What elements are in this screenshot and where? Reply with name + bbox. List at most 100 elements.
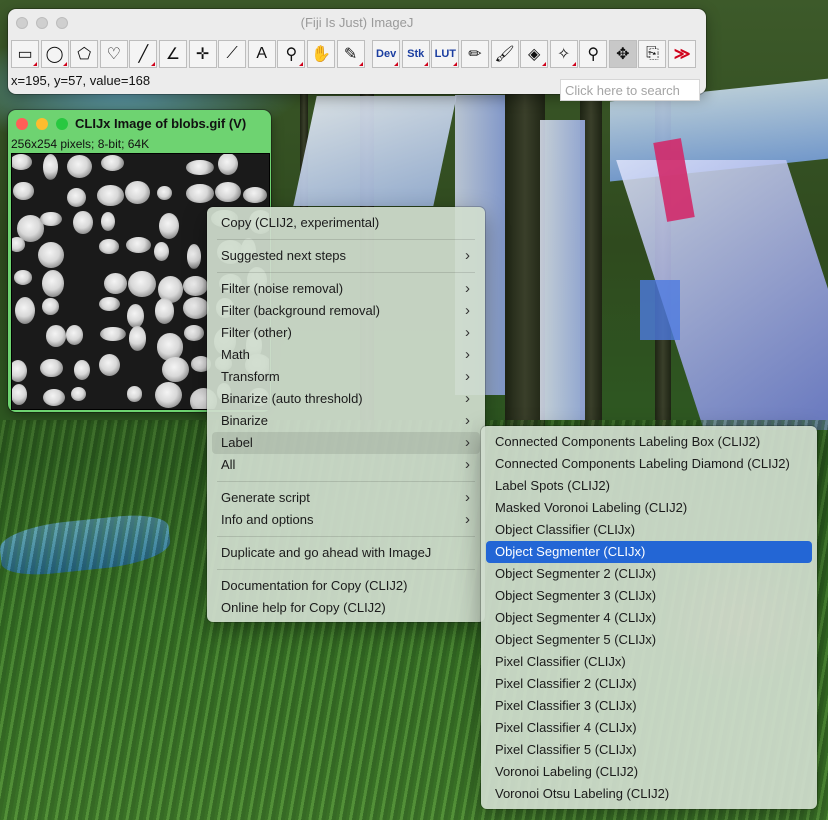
rectangle-tool-icon[interactable]: ▭ xyxy=(11,40,39,68)
blob xyxy=(157,185,173,201)
magnifier-tool-icon[interactable]: ⚲ xyxy=(277,40,306,68)
menu-item-filter-background-removal[interactable]: Filter (background removal) › xyxy=(212,300,480,322)
menu-item-object-segmenter-5-clijx[interactable]: Object Segmenter 5 (CLIJx) xyxy=(486,629,812,651)
menu-item-object-segmenter-4-clijx[interactable]: Object Segmenter 4 (CLIJx) xyxy=(486,607,812,629)
image-minimize-button[interactable] xyxy=(36,118,48,130)
menu-item-pixel-classifier-4-clijx[interactable]: Pixel Classifier 4 (CLIJx) xyxy=(486,717,812,739)
blob xyxy=(217,154,238,175)
blob xyxy=(125,181,150,205)
blob xyxy=(186,159,215,176)
blob xyxy=(98,296,121,312)
menu-item-all[interactable]: All › xyxy=(212,454,480,476)
oval-tool-icon[interactable]: ◯ xyxy=(40,40,69,68)
blob xyxy=(12,384,28,406)
menu-item-masked-voronoi-labeling-clij2[interactable]: Masked Voronoi Labeling (CLIJ2) xyxy=(486,497,812,519)
menu-item-pixel-classifier-clijx[interactable]: Pixel Classifier (CLIJx) xyxy=(486,651,812,673)
angle-tool-icon[interactable]: ∠ xyxy=(158,40,187,68)
tool-bar: ▭ ◯ ⬠ ♡ ╱ ∠ ✛ ⟋ A ⚲ ✋ ✎ Dev Stk LUT ✏ 🖌 ◈ ✧ ⚲ ✥ ⎘ ≫ xyxy=(11,40,698,68)
menu-item-label: Transform xyxy=(221,369,280,384)
chevron-right-icon: › xyxy=(465,280,470,297)
menu-item-connected-components-labeling-box-clij2[interactable]: Connected Components Labeling Box (CLIJ2… xyxy=(486,431,812,453)
flood-fill-tool-icon[interactable]: ◈ xyxy=(520,40,549,68)
close-button[interactable] xyxy=(16,17,28,29)
menu-item-pixel-classifier-3-clijx[interactable]: Pixel Classifier 3 (CLIJx) xyxy=(486,695,812,717)
menu-item-pixel-classifier-5-clijx[interactable]: Pixel Classifier 5 (CLIJx) xyxy=(486,739,812,761)
menu-item-transform[interactable]: Transform › xyxy=(212,366,480,388)
menu-item-object-segmenter-2-clijx[interactable]: Object Segmenter 2 (CLIJx) xyxy=(486,563,812,585)
menu-item-info-and-options[interactable]: Info and options › xyxy=(212,509,480,531)
minimize-button[interactable] xyxy=(36,17,48,29)
freehand-tool-icon[interactable]: ♡ xyxy=(99,40,128,68)
menu-item-duplicate-and-go-ahead-with-imagej[interactable]: Duplicate and go ahead with ImageJ xyxy=(212,542,480,564)
menu-item-object-segmenter-3-clijx[interactable]: Object Segmenter 3 (CLIJx) xyxy=(486,585,812,607)
menu-item-voronoi-otsu-labeling-clij2[interactable]: Voronoi Otsu Labeling (CLIJ2) xyxy=(486,783,812,805)
text-tool-icon[interactable]: A xyxy=(247,40,276,68)
blob xyxy=(154,298,175,325)
blob xyxy=(66,188,86,208)
blob xyxy=(154,382,183,409)
color-picker-tool-icon[interactable]: ✎ xyxy=(336,40,365,68)
image-close-button[interactable] xyxy=(16,118,28,130)
menu-item-copy-clij2-experimental[interactable]: Copy (CLIJ2, experimental) xyxy=(212,212,480,234)
menu-item-generate-script[interactable]: Generate script › xyxy=(212,487,480,509)
menu-item-suggested-next-steps[interactable]: Suggested next steps › xyxy=(212,245,480,267)
chevron-right-icon: › xyxy=(465,346,470,363)
menu-item-binarize[interactable]: Binarize › xyxy=(212,410,480,432)
blob xyxy=(215,181,242,202)
blob xyxy=(125,237,151,253)
blob xyxy=(158,212,180,239)
menu-item-label: Pixel Classifier 2 (CLIJx) xyxy=(495,676,637,691)
move-tool-icon[interactable]: ✥ xyxy=(608,40,637,68)
blob xyxy=(242,186,268,203)
menu-item-pixel-classifier-2-clijx[interactable]: Pixel Classifier 2 (CLIJx) xyxy=(486,673,812,695)
blob xyxy=(14,270,33,285)
menu-item-filter-noise-removal[interactable]: Filter (noise removal) › xyxy=(212,278,480,300)
blob xyxy=(127,304,145,329)
menu-item-math[interactable]: Math › xyxy=(212,344,480,366)
hand-tool-icon[interactable]: ✋ xyxy=(306,40,335,68)
status-text: x=195, y=57, value=168 xyxy=(11,73,151,88)
menu-item-label-spots-clij2[interactable]: Label Spots (CLIJ2) xyxy=(486,475,812,497)
chevron-right-icon: › xyxy=(465,324,470,341)
pencil-tool-icon[interactable]: ✏ xyxy=(460,40,489,68)
image-zoom-button[interactable] xyxy=(56,118,68,130)
chevron-right-icon: › xyxy=(465,247,470,264)
menu-item-label: Voronoi Labeling (CLIJ2) xyxy=(495,764,639,779)
polygon-tool-icon[interactable]: ⬠ xyxy=(70,40,99,68)
menu-item-object-classifier-clijx[interactable]: Object Classifier (CLIJx) xyxy=(486,519,812,541)
blob xyxy=(14,296,36,325)
paintbrush-tool-icon[interactable]: 🖌 xyxy=(490,40,519,68)
lut-menu-button[interactable]: LUT xyxy=(431,40,460,68)
wand-tool-icon[interactable]: ⟋ xyxy=(218,40,247,68)
more-tools-icon[interactable]: ≫ xyxy=(668,40,697,68)
stk-menu-button[interactable]: Stk xyxy=(401,40,430,68)
zoom-button[interactable] xyxy=(56,17,68,29)
menu-item-object-segmenter-clijx[interactable]: Object Segmenter (CLIJx) xyxy=(486,541,812,563)
clipboard-tool-icon[interactable]: ⎘ xyxy=(638,40,667,68)
chevron-right-icon: › xyxy=(465,302,470,319)
menu-item-label: Duplicate and go ahead with ImageJ xyxy=(221,545,432,560)
menu-item-voronoi-labeling-clij2[interactable]: Voronoi Labeling (CLIJ2) xyxy=(486,761,812,783)
menu-item-online-help-for-copy-clij2[interactable]: Online help for Copy (CLIJ2) xyxy=(212,597,480,619)
menu-item-label: Documentation for Copy (CLIJ2) xyxy=(221,578,408,593)
sparkle-tool-icon[interactable]: ✧ xyxy=(549,40,578,68)
blob xyxy=(42,388,65,406)
chevron-right-icon: › xyxy=(465,489,470,506)
blob xyxy=(12,154,33,171)
menu-item-binarize-auto-threshold[interactable]: Binarize (auto threshold) › xyxy=(212,388,480,410)
line-tool-icon[interactable]: ╱ xyxy=(129,40,158,68)
dev-menu-button[interactable]: Dev xyxy=(372,40,401,68)
menu-item-connected-components-labeling-diamond-clij2[interactable]: Connected Components Labeling Diamond (C… xyxy=(486,453,812,475)
menu-item-label: Connected Components Labeling Box (CLIJ2… xyxy=(495,434,761,449)
menu-item-documentation-for-copy-clij2[interactable]: Documentation for Copy (CLIJ2) xyxy=(212,575,480,597)
menu-item-filter-other[interactable]: Filter (other) › xyxy=(212,322,480,344)
menu-separator xyxy=(217,569,475,570)
search-tool-icon[interactable]: ⚲ xyxy=(579,40,608,68)
search-input[interactable]: Click here to search xyxy=(560,79,700,101)
menu-item-label: Filter (noise removal) xyxy=(221,281,344,296)
window-titlebar[interactable]: (Fiji Is Just) ImageJ xyxy=(8,9,706,36)
blob xyxy=(66,325,84,345)
menu-item-label[interactable]: Label › xyxy=(212,432,480,454)
point-tool-icon[interactable]: ✛ xyxy=(188,40,217,68)
menu-item-label: Object Segmenter 2 (CLIJx) xyxy=(495,566,657,581)
